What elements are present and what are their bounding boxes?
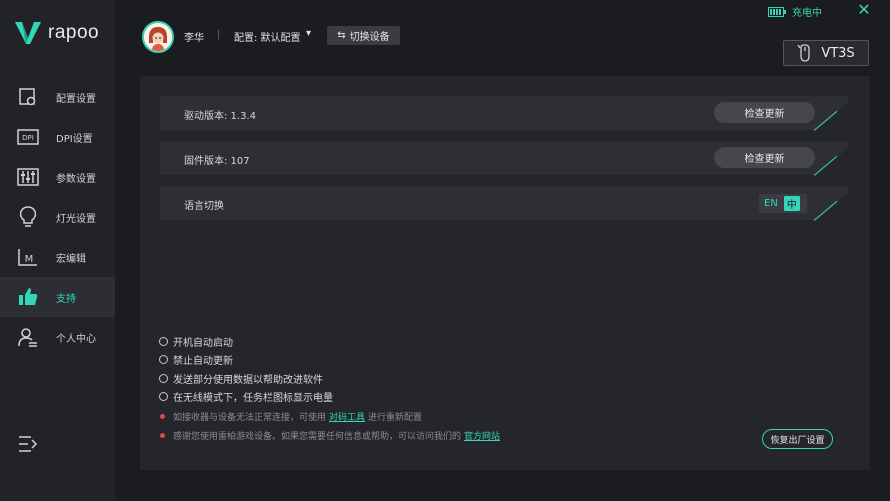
sidebar-item-label: 个人中心 [56,333,96,345]
language-zh-option[interactable]: 中 [783,196,800,211]
thumbs-up-icon [17,286,39,308]
charge-status-text: 充电中 [792,8,822,19]
switch-device-button[interactable]: ⇆ 切换设备 [327,26,400,45]
driver-version-row: 驱动版本: 1.3.4 检查更新 [160,96,848,130]
sidebar-item-config[interactable]: 配置设置 [0,77,115,117]
mouse-icon [797,44,810,62]
alert-dot-icon [160,433,165,438]
firmware-version-label: 固件版本: 107 [184,156,250,167]
top-bar: 充电中 ✕ 李华 | 配置: 默认配置 ▾ ⇆ 切换设备 VT3S [115,0,890,66]
sidebar-item-label: 参数设置 [56,173,96,185]
device-model: VT3S [821,45,855,61]
sidebar-item-macro[interactable]: M 宏编辑 [0,237,115,277]
pairing-tool-link[interactable]: 对码工具 [329,410,365,423]
sidebar-item-support[interactable]: 支持 [0,277,115,317]
brand-logo: rapoo [14,20,99,46]
radio-icon[interactable] [159,392,168,402]
option-send-usage-data[interactable]: 发送部分使用数据以帮助改进软件 [159,369,333,388]
sidebar-item-label: 灯光设置 [56,213,96,225]
alert-dot-icon [160,414,165,419]
switch-device-label: 切换设备 [349,32,390,43]
options-list: 开机自动启动 禁止自动更新 发送部分使用数据以帮助改进软件 在无线模式下，任务栏… [159,332,333,406]
profile-selector[interactable]: 配置: 默认配置 [234,29,301,44]
sidebar-item-profile[interactable]: 个人中心 [0,317,115,357]
sidebar-item-label: 配置设置 [56,93,96,105]
note-text: 如接收器与设备无法正常连接，可使用 [173,413,327,423]
device-badge[interactable]: VT3S [783,40,869,66]
thanks-note: 感谢您使用雷柏游戏设备。如果您需要任何信息或帮助，可以访问我们的 官方网站 [160,426,503,445]
support-panel: 驱动版本: 1.3.4 检查更新 固件版本: 107 检查更新 语言切换 EN … [140,76,870,470]
svg-text:DPI: DPI [22,134,34,142]
sidebar-item-label: 宏编辑 [56,253,86,265]
option-autostart[interactable]: 开机自动启动 [159,332,333,351]
language-row: 语言切换 EN 中 [160,186,848,220]
option-disable-autoupdate[interactable]: 禁止自动更新 [159,351,333,370]
user-icon [17,326,39,348]
sidebar: rapoo 配置设置 DPI DPI设置 参数设置 灯光设置 M 宏编辑 支持 … [0,0,115,501]
menu-collapse-icon[interactable] [18,435,38,453]
close-icon[interactable]: ✕ [856,2,872,18]
rapoo-logo-icon [15,22,41,44]
swap-icon: ⇆ [337,30,346,41]
avatar[interactable] [142,21,174,53]
chevron-down-icon[interactable]: ▾ [306,28,311,39]
sidebar-item-label: 支持 [56,293,76,305]
check-firmware-update-button[interactable]: 检查更新 [714,147,815,168]
radio-icon[interactable] [159,373,168,383]
check-driver-update-button[interactable]: 检查更新 [714,102,815,123]
note-text: 进行重新配置 [368,413,423,423]
firmware-version-row: 固件版本: 107 检查更新 [160,141,848,175]
language-en-option[interactable]: EN [764,198,778,209]
brand-name: rapoo [48,22,100,43]
note-text: 感谢您使用雷柏游戏设备。如果您需要任何信息或帮助，可以访问我们的 [173,432,462,442]
username: 李华 [184,33,204,44]
option-label: 禁止自动更新 [173,356,233,368]
bulb-icon [17,206,39,228]
notes: 如接收器与设备无法正常连接，可使用 对码工具 进行重新配置 感谢您使用雷柏游戏设… [160,407,503,445]
separator: | [217,29,221,40]
svg-text:M: M [25,254,34,265]
sidebar-nav: 配置设置 DPI DPI设置 参数设置 灯光设置 M 宏编辑 支持 个人中心 [0,77,115,357]
option-label: 在无线模式下，任务栏图标显示电量 [173,393,333,405]
sidebar-item-dpi[interactable]: DPI DPI设置 [0,117,115,157]
sidebar-item-label: DPI设置 [56,133,93,145]
battery-icon [768,6,786,17]
pairing-note: 如接收器与设备无法正常连接，可使用 对码工具 进行重新配置 [160,407,503,426]
battery-status: 充电中 [768,4,822,19]
factory-reset-button[interactable]: 恢复出厂设置 [762,429,833,449]
radio-icon[interactable] [159,336,168,346]
sidebar-item-lighting[interactable]: 灯光设置 [0,197,115,237]
option-label: 开机自动启动 [173,337,233,349]
official-site-link[interactable]: 官方网站 [464,429,500,442]
dpi-icon: DPI [17,126,39,148]
sidebar-item-params[interactable]: 参数设置 [0,157,115,197]
config-icon [17,86,39,108]
language-toggle[interactable]: EN 中 [759,194,807,213]
radio-icon[interactable] [159,355,168,365]
driver-version-label: 驱动版本: 1.3.4 [184,111,256,122]
option-label: 发送部分使用数据以帮助改进软件 [173,374,323,386]
macro-icon: M [17,246,39,268]
language-label: 语言切换 [184,201,224,212]
option-tray-battery[interactable]: 在无线模式下，任务栏图标显示电量 [159,388,333,407]
sliders-icon [17,166,39,188]
